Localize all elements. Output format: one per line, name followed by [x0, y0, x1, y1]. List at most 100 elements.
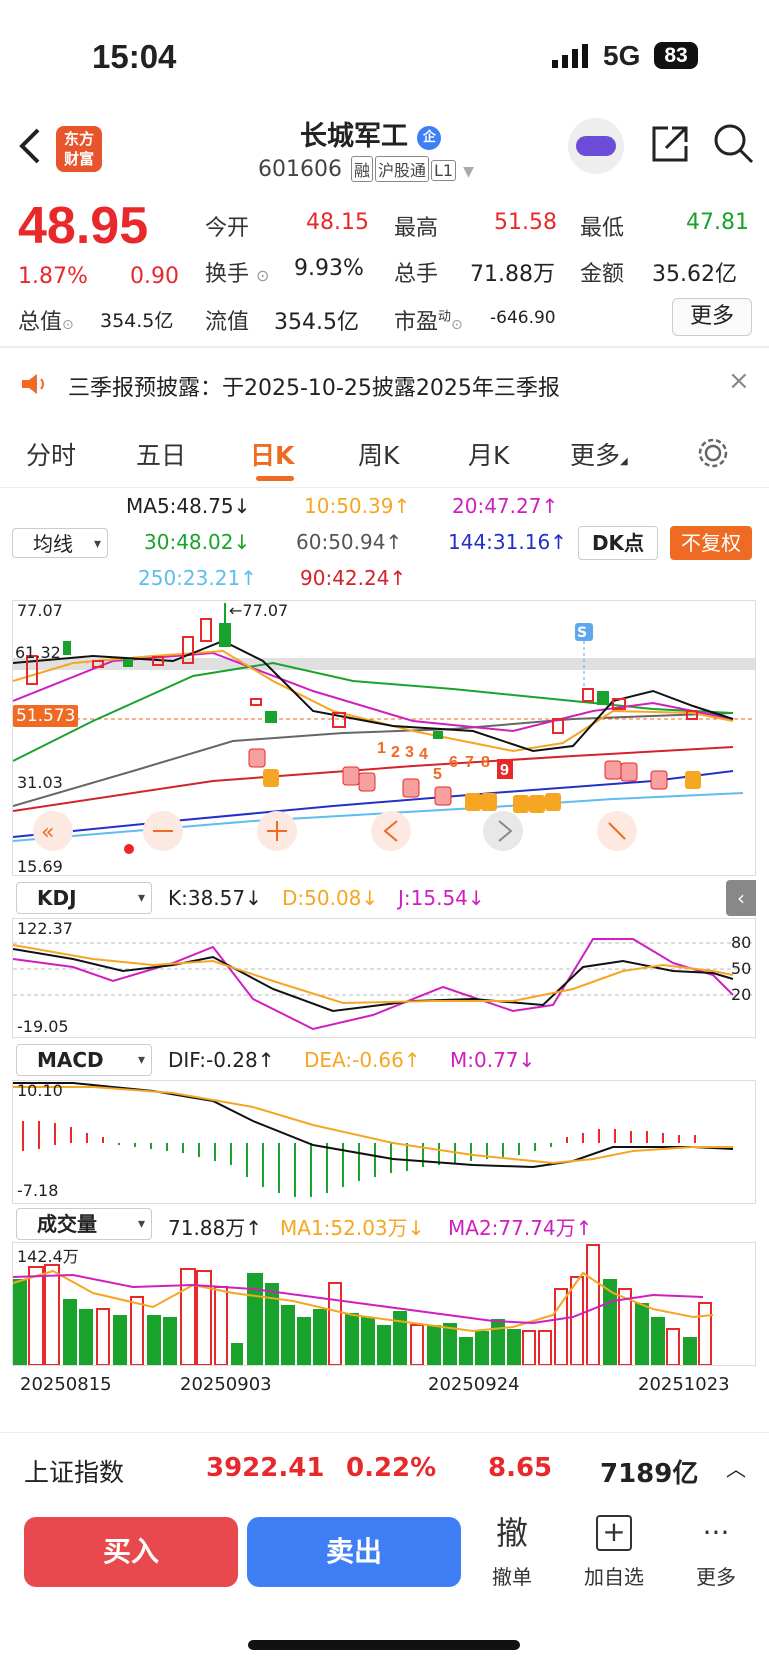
volume-y-max: 142.4万: [17, 1247, 79, 1266]
volume-label: 总手: [394, 262, 439, 287]
ma5-label: MA5:48.75↓: [126, 494, 251, 518]
ma90-label: 90:42.24↑: [300, 566, 407, 590]
svg-text:2: 2: [391, 744, 400, 761]
svg-text:7: 7: [465, 754, 474, 771]
macd-dif: DIF:-0.28↑: [168, 1048, 275, 1072]
date-label-4: 20251023: [638, 1374, 730, 1395]
bottom-bar: 买入 卖出 撤 撤单 + 加自选 ··· 更多: [0, 1505, 769, 1615]
info-icon: ⊙: [451, 317, 463, 333]
search-icon[interactable]: [712, 122, 756, 166]
dk-point-select[interactable]: DK点: [578, 526, 658, 560]
signal-markers: [248, 623, 701, 813]
kline-chart[interactable]: 1234 5678 9 « 77.07 ←77.07 61.32 51.573 …: [12, 600, 756, 876]
high-value: 51.58: [494, 210, 557, 235]
buy-button[interactable]: 买入: [24, 1517, 238, 1587]
kdj-y-min: -19.05: [17, 1017, 69, 1036]
battery-icon: 83: [654, 42, 698, 69]
chevron-up-icon[interactable]: ︿: [726, 1453, 746, 1482]
quote-more-button[interactable]: 更多: [672, 298, 752, 336]
period-tabs: 分时 五日 日K 周K 月K 更多◢: [0, 420, 769, 488]
network-label: 5G: [603, 40, 641, 71]
plus-icon: +: [596, 1515, 632, 1551]
ma5-line: [12, 639, 734, 753]
date-label-2: 20250903: [180, 1374, 272, 1395]
macd-dea: DEA:-0.66↑: [304, 1048, 421, 1072]
sell-signal: S: [577, 625, 588, 641]
svg-text:8: 8: [481, 754, 490, 771]
macd-m: M:0.77↓: [450, 1048, 536, 1072]
kdj-level-20: 20: [731, 985, 752, 1004]
info-icon: ⊙: [62, 317, 74, 333]
close-icon[interactable]: ×: [728, 366, 750, 396]
kdj-select[interactable]: KDJ: [16, 882, 152, 914]
kdj-header: KDJ K:38.57↓ D:50.08↓ J:15.54↓ ‹: [0, 880, 769, 916]
tab-intraday[interactable]: 分时: [26, 436, 76, 472]
volume-ma1: MA1:52.03万↓: [280, 1216, 425, 1240]
open-value: 48.15: [306, 210, 369, 235]
info-icon: ⊙: [256, 266, 270, 285]
float-value: 354.5亿: [274, 310, 359, 335]
kdj-d: D:50.08↓: [282, 886, 379, 910]
turnover-label: 换手 ⊙: [205, 262, 270, 287]
stock-name: 长城军工 企: [300, 114, 442, 153]
macd-header: MACD DIF:-0.28↑ DEA:-0.66↑ M:0.77↓: [0, 1042, 769, 1078]
tab-weekly[interactable]: 周K: [358, 436, 399, 472]
more-dots-icon: ···: [702, 1516, 730, 1549]
max-price-marker: ←77.07: [229, 601, 289, 620]
volume-select[interactable]: 成交量: [16, 1208, 152, 1240]
ma-legend: MA5:48.75↓ 10:50.39↑ 20:47.27↑ 均线 30:48.…: [0, 490, 769, 598]
tag-level: L1: [431, 160, 457, 181]
kdj-chart: 122.37 -19.05 80 50 20: [12, 918, 756, 1038]
app-logo[interactable]: 东方 财富: [56, 126, 102, 172]
share-icon[interactable]: [648, 122, 692, 166]
index-value: 3922.41: [206, 1453, 325, 1483]
macd-select[interactable]: MACD: [16, 1044, 152, 1076]
amount-label: 金额: [580, 262, 625, 287]
adjust-button[interactable]: 不复权: [670, 526, 752, 560]
quote-panel: 48.95 1.87% 0.90 今开 48.15 最高 51.58 最低 47…: [0, 196, 769, 348]
change-pct: 1.87%: [18, 264, 88, 289]
tab-daily[interactable]: 日K: [250, 436, 294, 472]
volume-ma2: MA2:77.74万↑: [448, 1216, 593, 1240]
mktcap-value: 354.5亿: [100, 310, 174, 332]
collapse-panel-icon[interactable]: ‹: [726, 880, 756, 916]
svg-text:4: 4: [419, 746, 428, 763]
change-value: 0.90: [130, 264, 179, 289]
settings-icon[interactable]: [696, 436, 730, 470]
pe-label: 市盈动⊙: [394, 309, 463, 335]
index-change: 8.65: [488, 1453, 553, 1483]
cancel-order-button[interactable]: 撤 撤单: [472, 1513, 552, 1590]
notice-bar[interactable]: 三季报预披露：于2025-10-25披露2025年三季报 ×: [0, 352, 769, 416]
current-price-tag: 51.573: [13, 705, 79, 727]
stock-code-row[interactable]: 601606 融沪股通 L1 ▼: [258, 156, 474, 182]
svg-text:3: 3: [405, 744, 414, 761]
sell-button[interactable]: 卖出: [247, 1517, 461, 1587]
kdj-j: J:15.54↓: [398, 886, 485, 910]
svg-text:1: 1: [377, 740, 386, 757]
tab-five-day[interactable]: 五日: [136, 436, 186, 472]
tag-connect: 沪股通: [375, 156, 430, 182]
turnover-value: 9.93%: [294, 256, 364, 281]
tab-monthly[interactable]: 月K: [468, 436, 509, 472]
high-label: 最高: [394, 216, 439, 241]
index-name: 上证指数: [24, 1458, 125, 1487]
add-watchlist-button[interactable]: + 加自选: [574, 1513, 654, 1590]
macd-y-min: -7.18: [17, 1181, 59, 1200]
date-label-1: 20250815: [20, 1374, 112, 1395]
tab-more[interactable]: 更多◢: [570, 436, 628, 472]
more-button[interactable]: ··· 更多: [676, 1513, 756, 1590]
ma-type-select[interactable]: 均线: [12, 528, 108, 559]
y-axis-low: 31.03: [17, 773, 63, 792]
y-axis-min: 15.69: [17, 857, 63, 876]
index-bar[interactable]: 上证指数 3922.41 0.22% 8.65 7189亿 ︿: [0, 1432, 769, 1502]
svg-text:9: 9: [500, 762, 509, 779]
assistant-avatar[interactable]: [568, 118, 624, 174]
tag-margin: 融: [350, 156, 373, 182]
date-label-3: 20250924: [428, 1374, 520, 1395]
status-bar: 15:04 5G 83: [0, 0, 769, 110]
float-label: 流值: [205, 310, 250, 335]
ma60-label: 60:50.94↑: [296, 530, 403, 554]
back-icon[interactable]: [16, 126, 42, 166]
kdj-level-80: 80: [731, 933, 752, 952]
svg-text:6: 6: [449, 754, 458, 771]
